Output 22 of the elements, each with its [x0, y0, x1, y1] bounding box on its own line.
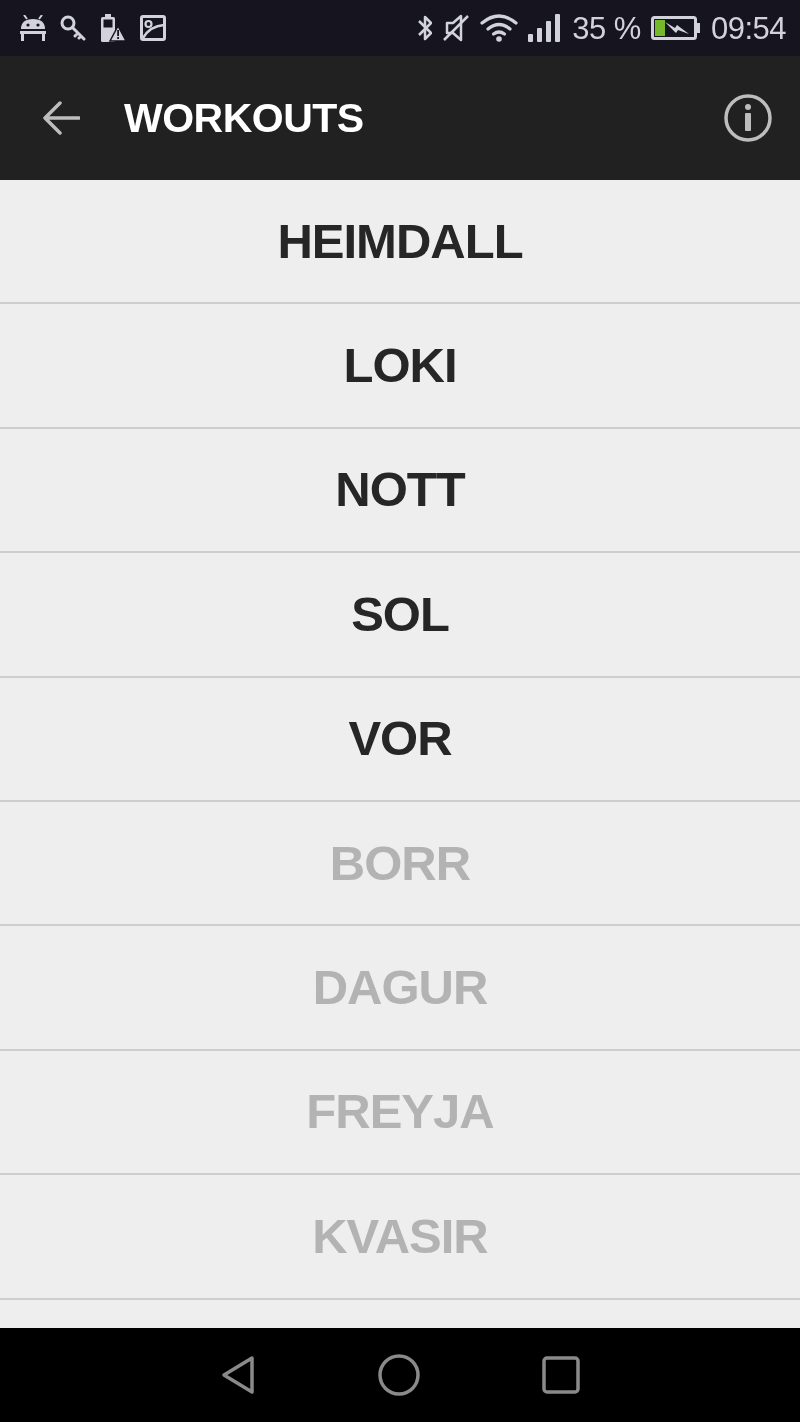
muted-speaker-icon	[442, 14, 471, 42]
bluetooth-icon	[418, 14, 433, 42]
workout-item[interactable]: LOKI	[343, 341, 457, 391]
battery-percentage: 35 %	[572, 12, 641, 44]
home-nav-button[interactable]	[378, 1354, 420, 1396]
back-button[interactable]	[42, 101, 80, 135]
android-icon	[20, 15, 46, 41]
screen-title: WORKOUTS	[124, 97, 364, 139]
workout-item[interactable]: SOL	[351, 589, 449, 639]
battery-charging-icon	[650, 16, 701, 40]
clock-time: 09:54	[710, 12, 786, 44]
workout-item[interactable]: VOR	[348, 714, 452, 764]
info-button[interactable]	[724, 94, 772, 142]
signal-icon	[528, 14, 563, 42]
wifi-icon	[480, 14, 519, 42]
workout-item[interactable]: HEIMDALL	[277, 216, 523, 266]
battery-warning-icon	[100, 14, 126, 42]
back-nav-button[interactable]	[220, 1355, 256, 1395]
workout-item[interactable]: NOTT	[335, 465, 465, 515]
recents-nav-button[interactable]	[542, 1356, 580, 1394]
key-icon	[60, 15, 86, 41]
image-icon	[140, 15, 166, 41]
